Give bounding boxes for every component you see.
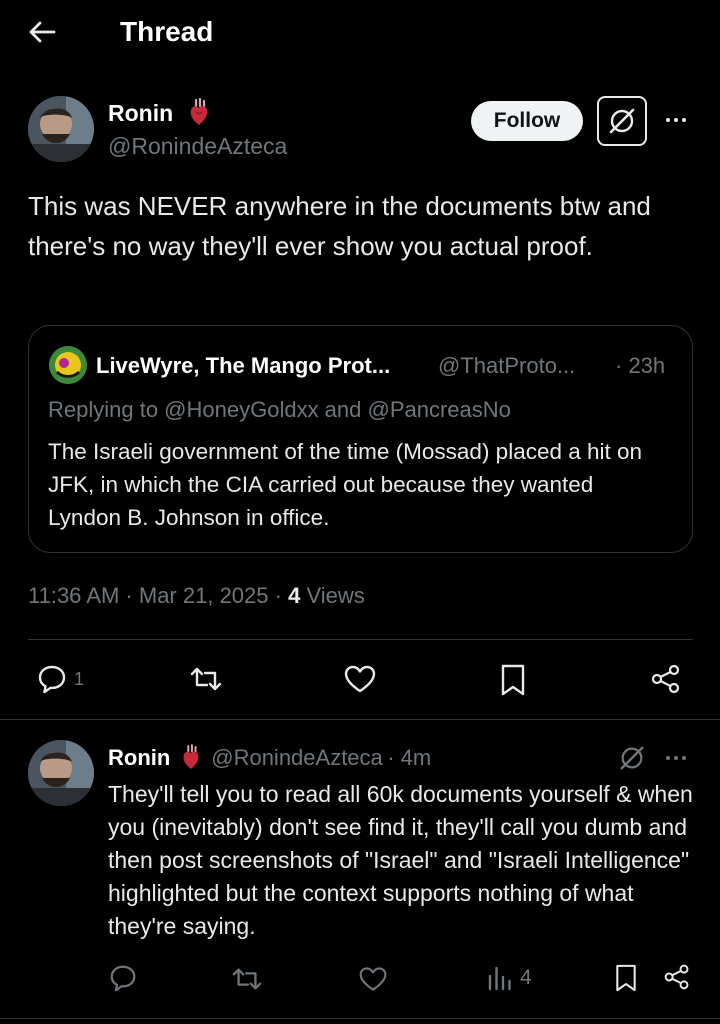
reply-bookmark-button[interactable] (613, 963, 639, 993)
quote-replying-to: Replying to @HoneyGoldxx and @PancreasNo (48, 397, 511, 422)
divider (28, 639, 693, 640)
quote-author-name: LiveWyre, The Mango Prot... (96, 353, 391, 378)
retweet-icon (232, 968, 262, 990)
quote-timestamp: · 23h (615, 353, 666, 378)
heart-icon (359, 967, 387, 991)
anatomical-heart-emoji (183, 744, 199, 769)
avatar[interactable] (28, 96, 94, 162)
reply-share-button[interactable] (663, 963, 691, 991)
reply-more-button[interactable] (666, 756, 686, 760)
quote-avatar (49, 346, 87, 384)
views-chart-icon (488, 966, 511, 991)
reply-text: They'll tell you to read all 60k documen… (108, 781, 693, 939)
like-button[interactable] (343, 664, 377, 694)
tweet-meta: 11:36 AM · Mar 21, 2025 · 4 Views (28, 581, 365, 611)
reply-header: Ronin @RonindeAzteca · 4m (108, 743, 431, 776)
reply-views[interactable]: 4 (486, 964, 532, 992)
reply-views-count: 4 (520, 966, 532, 989)
author-name-text: Ronin (108, 100, 174, 126)
reply-grok-button[interactable] (618, 744, 646, 772)
bookmark-icon (501, 664, 525, 696)
more-dots-icon (666, 118, 670, 122)
grok-icon (620, 746, 644, 770)
follow-button[interactable]: Follow (471, 101, 583, 141)
reply-count: 1 (74, 668, 85, 689)
views-count: 4 (288, 583, 301, 608)
reply-author-name[interactable]: Ronin (108, 745, 170, 770)
tweet-text: This was NEVER anywhere in the documents… (28, 191, 651, 261)
reply-timestamp: · 4m (387, 745, 432, 770)
divider (0, 719, 720, 720)
comment-icon (110, 965, 136, 992)
retweet-button[interactable] (188, 663, 224, 695)
reply-retweet-button[interactable] (230, 964, 264, 994)
views-label: Views (306, 583, 365, 608)
comment-icon (38, 665, 66, 694)
anatomical-heart-emoji (190, 98, 207, 125)
bookmark-button[interactable] (498, 663, 528, 697)
reply-reply-button[interactable] (108, 963, 138, 993)
divider (0, 1018, 720, 1019)
tweet-timestamp: 11:36 AM · Mar 21, 2025 · (28, 583, 289, 608)
back-button[interactable] (22, 14, 62, 50)
quote-text: The Israeli government of the time (Moss… (48, 439, 643, 530)
page-title: Thread (120, 16, 214, 47)
share-icon (651, 664, 680, 694)
share-icon (664, 964, 689, 990)
reply-button[interactable]: 1 (36, 663, 84, 695)
reply-author-handle[interactable]: @RonindeAzteca (211, 745, 383, 770)
quote-author-handle: @ThatProto... (438, 353, 576, 378)
bookmark-icon (616, 964, 636, 992)
more-dots-icon (666, 756, 670, 760)
author-handle[interactable]: @RonindeAzteca (108, 131, 287, 161)
retweet-icon (190, 667, 222, 691)
reply-like-button[interactable] (358, 965, 388, 993)
heart-icon (344, 665, 376, 693)
share-button[interactable] (650, 663, 682, 695)
author-name[interactable]: Ronin (108, 98, 210, 128)
reply-avatar[interactable] (28, 740, 94, 806)
grok-icon (609, 108, 635, 134)
grok-button[interactable] (597, 96, 647, 146)
arrow-left-icon (29, 21, 56, 43)
more-options-button[interactable] (666, 118, 686, 122)
